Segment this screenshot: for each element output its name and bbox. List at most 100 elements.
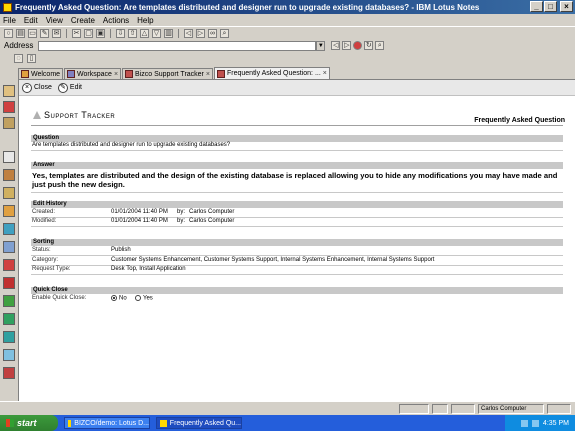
bookmark-green-icon[interactable] [3,295,15,307]
tab-welcome[interactable]: Welcome [18,68,64,79]
radio-yes-icon[interactable] [135,295,141,301]
close-tab-icon[interactable]: × [323,70,327,77]
menu-edit[interactable]: Edit [24,16,38,25]
menu-file[interactable]: File [3,16,16,25]
quick-close-yes-label: Yes [143,295,153,302]
bookmark-flag-icon[interactable] [3,367,15,379]
forward-icon[interactable]: ▷ [196,28,205,38]
copy-icon[interactable]: ▢ [84,28,93,38]
bookmark-teal-icon[interactable] [3,331,15,343]
status-well-icon[interactable] [451,404,475,414]
tray-icon[interactable] [520,419,528,427]
calendar-bookmark-icon[interactable] [3,101,15,113]
request-type-value: Desk Top, Install Application [111,266,186,272]
mail-status-icon[interactable] [547,404,571,414]
secondary-toolbar: ◌ ▯ [0,52,575,64]
collapse-icon[interactable]: ⇧ [128,28,137,38]
mail-bookmark-icon[interactable] [3,85,15,97]
search-icon[interactable]: ⌕ [220,28,229,38]
binoculars-icon[interactable]: ∞ [208,28,217,38]
taskbar-item-lotus-domino[interactable]: BIZCO/demo: Lotus D... [64,417,150,429]
window-controls: _ □ × [530,1,573,12]
refresh-page-icon[interactable]: ↻ [364,41,374,50]
menu-actions[interactable]: Actions [103,16,129,25]
back-icon[interactable]: ◁ [184,28,193,38]
title-bar: Frequently Asked Question: Are templates… [0,0,575,14]
menu-create[interactable]: Create [71,16,95,25]
print-icon[interactable]: ▤ [16,28,25,38]
created-by-label: by: [177,209,186,215]
attachment-icon[interactable]: ▯ [27,53,36,63]
paste-icon[interactable]: ▣ [96,28,105,38]
status-well-icon[interactable] [432,404,448,414]
databases-bookmark-icon[interactable] [3,205,15,217]
start-button[interactable]: start [0,415,58,431]
address-dropdown-icon[interactable]: ▼ [316,40,326,51]
document-icon [217,69,225,78]
menu-help[interactable]: Help [137,16,153,25]
maximize-button[interactable]: □ [544,1,557,12]
database-icon [125,70,134,78]
status-bar: Carlos Computer [0,401,575,415]
tab-support-tracker[interactable]: Bizco Support Tracker × [122,68,213,79]
window-tabs: Welcome Workspace × Bizco Support Tracke… [18,67,575,79]
view-icon[interactable]: ▥ [164,28,173,38]
bookmark-red-icon[interactable] [3,259,15,271]
edit-history-section-header: Edit History [31,201,563,208]
stop-icon[interactable] [353,41,363,50]
address-input[interactable] [38,40,317,51]
cut-icon[interactable]: ✂ [72,28,81,38]
tray-icon[interactable] [531,419,539,427]
minimize-button[interactable]: _ [530,1,543,12]
bookmark-red2-icon[interactable] [3,277,15,289]
more-bookmarks-icon[interactable] [3,241,15,253]
modified-label: Modified: [32,218,57,224]
location-well[interactable]: Carlos Computer [478,404,544,414]
close-window-button[interactable]: × [560,1,573,12]
replication-bookmark-icon[interactable] [3,169,15,181]
refresh-icon[interactable]: ○ [4,28,13,38]
mail-icon[interactable]: ✉ [52,28,61,38]
comment-icon[interactable]: ◌ [14,53,23,63]
down-icon[interactable]: ▽ [152,28,161,38]
edit-action-button[interactable]: ✎ Edit [57,82,82,93]
app-title-text: Support Tracker [44,110,116,120]
edit-icon[interactable]: ✎ [40,28,49,38]
contacts-bookmark-icon[interactable] [3,117,15,129]
up-icon[interactable]: △ [140,28,149,38]
menu-view[interactable]: View [46,16,63,25]
created-value: 01/01/2004 11:40 PM [111,209,168,215]
task-label: BIZCO/demo: Lotus D... [74,419,149,427]
bookmark-green2-icon[interactable] [3,313,15,325]
quick-close-no-option[interactable]: No [111,295,127,302]
address-bar: Address ▼ ◁ ▷ ↻ ⌕ [0,39,575,52]
toolbar-separator [110,28,111,38]
field-divider [31,226,563,227]
favorites-bookmark-icon[interactable] [3,187,15,199]
close-action-button[interactable]: × Close [22,82,52,93]
modified-by-label: by: [177,218,186,224]
todo-bookmark-icon[interactable] [3,151,15,163]
close-tab-icon[interactable]: × [114,71,118,78]
radio-no-icon[interactable] [111,295,117,301]
sorting-section-header: Sorting [31,239,563,246]
document-pane: × Close ✎ Edit Support Tracker Frequentl… [18,79,575,401]
taskbar-item-faq[interactable]: Frequently Asked Qu... [156,417,242,429]
tab-faq[interactable]: Frequently Asked Question: ... × [214,67,330,79]
nav-back-icon[interactable]: ◁ [331,41,341,50]
tab-workspace[interactable]: Workspace × [64,68,122,79]
expand-icon[interactable]: ⇩ [116,28,125,38]
open-icon[interactable]: ▭ [28,28,37,38]
field-divider [31,192,563,193]
search-web-icon[interactable]: ⌕ [375,41,385,50]
close-tab-icon[interactable]: × [206,71,210,78]
status-well-icon[interactable] [399,404,429,414]
bookmark-blue-icon[interactable] [3,349,15,361]
nav-forward-icon[interactable]: ▷ [342,41,352,50]
status-value: Publish [111,247,131,253]
quick-close-yes-option[interactable]: Yes [135,295,153,302]
clock: 4:35 PM [542,419,569,427]
status-wells: Carlos Computer [399,404,571,414]
history-bookmark-icon[interactable] [3,223,15,235]
enable-quick-close-label: Enable Quick Close: [32,295,87,301]
